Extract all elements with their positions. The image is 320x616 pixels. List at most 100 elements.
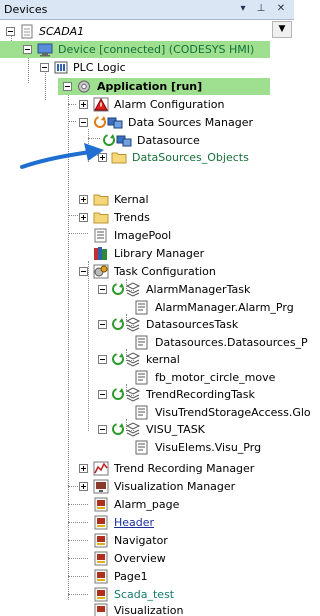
tree-node-label: SCADA1 bbox=[39, 25, 85, 38]
tree-node-page1[interactable]: Page1 bbox=[0, 568, 270, 585]
datasources-icon bbox=[107, 117, 123, 129]
tree-node-label: fb_motor_circle_move bbox=[155, 371, 276, 384]
panel-title: Devices bbox=[4, 3, 48, 16]
dropdown-icon[interactable]: ▾ bbox=[236, 2, 250, 16]
tree-node-visu-task[interactable]: VISU_TASK bbox=[0, 421, 270, 438]
collapse-toggle[interactable] bbox=[98, 425, 107, 434]
tree-node-label: Header bbox=[114, 516, 155, 529]
task-icon bbox=[125, 422, 141, 437]
expand-toggle[interactable] bbox=[79, 482, 88, 491]
tree-node-kernal-task[interactable]: kernal bbox=[0, 351, 270, 368]
tree-node-label: DatasourcesTask bbox=[146, 318, 239, 331]
tree-node-visu-elems[interactable]: VisuElems.Visu_Prg bbox=[0, 439, 270, 456]
collapse-toggle[interactable] bbox=[63, 82, 72, 91]
tree-node-alarm-configuration[interactable]: Alarm Configuration bbox=[0, 96, 270, 113]
tree-node-visu-trend-storage[interactable]: VisuTrendStorageAccess.Glo bbox=[0, 404, 311, 421]
collapse-toggle[interactable] bbox=[79, 267, 88, 276]
trend-manager-icon bbox=[93, 461, 109, 476]
tree-node-label: Datasources.Datasources_P bbox=[155, 336, 308, 349]
tree-node-plc-logic[interactable]: PLC Logic bbox=[0, 59, 270, 76]
expand-toggle[interactable] bbox=[79, 195, 88, 204]
tree-node-datasources-task[interactable]: DatasourcesTask bbox=[0, 316, 270, 333]
collapse-toggle[interactable] bbox=[98, 320, 107, 329]
visualization-icon bbox=[94, 551, 108, 566]
tree-node-alarm-manager-prg[interactable]: AlarmManager.Alarm_Prg bbox=[0, 299, 294, 316]
visualization-icon bbox=[94, 603, 108, 616]
alarm-icon bbox=[93, 97, 109, 112]
collapse-toggle[interactable] bbox=[6, 27, 15, 36]
collapse-toggle[interactable] bbox=[79, 118, 88, 127]
tree-node-alarm-manager-task[interactable]: AlarmManagerTask bbox=[0, 281, 270, 298]
task-icon bbox=[125, 387, 141, 402]
tree-dropdown-button[interactable]: ▼ bbox=[272, 21, 292, 38]
folder-icon bbox=[93, 194, 109, 206]
tree-node-overview[interactable]: Overview bbox=[0, 550, 270, 567]
imagepool-icon bbox=[94, 228, 107, 243]
tree-node-kernal[interactable]: Kernal bbox=[0, 191, 270, 208]
tree-node-trend-recording-manager[interactable]: Trend Recording Manager bbox=[0, 460, 270, 477]
refresh-icon bbox=[112, 388, 124, 400]
tree-node-label: Visualization Manager bbox=[114, 480, 236, 493]
tree-node-scada1[interactable]: SCADA1 bbox=[0, 23, 270, 40]
tree-node-label: Application [run] bbox=[97, 80, 203, 93]
collapse-toggle[interactable] bbox=[23, 45, 32, 54]
tree-node-data-sources-manager[interactable]: Data Sources Manager bbox=[0, 114, 270, 131]
tree-node-label: AlarmManager.Alarm_Prg bbox=[155, 301, 294, 314]
tree-node-label: VISU_TASK bbox=[146, 423, 205, 436]
tree-node-label: AlarmManagerTask bbox=[146, 283, 251, 296]
folder-icon bbox=[111, 152, 127, 164]
tree-node-label: Navigator bbox=[114, 534, 168, 547]
tree-node-visualization[interactable]: Visualization bbox=[0, 602, 270, 616]
visualization-icon bbox=[94, 497, 108, 512]
collapse-toggle[interactable] bbox=[98, 285, 107, 294]
tree-node-header[interactable]: Header bbox=[0, 514, 270, 531]
task-icon bbox=[125, 317, 141, 332]
tree-node-fb-motor[interactable]: fb_motor_circle_move bbox=[0, 369, 275, 386]
pin-icon[interactable]: ⊥ bbox=[254, 2, 268, 16]
tree-node-task-configuration[interactable]: Task Configuration bbox=[0, 263, 270, 280]
tree-node-application[interactable]: Application [run] bbox=[58, 78, 270, 95]
program-icon bbox=[135, 440, 148, 455]
tree-node-datasources-prg[interactable]: Datasources.Datasources_P bbox=[0, 334, 308, 351]
tree-node-label: Visualization bbox=[114, 604, 184, 616]
tree-node-label: VisuTrendStorageAccess.Glo bbox=[155, 406, 311, 419]
tree-node-library-manager[interactable]: Library Manager bbox=[0, 245, 270, 262]
tree-node-label: VisuElems.Visu_Prg bbox=[155, 441, 262, 454]
program-icon bbox=[135, 370, 148, 385]
tree-node-scada-test[interactable]: Scada_test bbox=[0, 586, 270, 603]
tree-node-label: Alarm_page bbox=[114, 498, 180, 511]
tree-node-label: Page1 bbox=[114, 570, 148, 583]
collapse-toggle[interactable] bbox=[40, 63, 49, 72]
plc-icon bbox=[54, 61, 68, 74]
tree-node-imagepool[interactable]: ImagePool bbox=[0, 227, 270, 244]
refresh-icon bbox=[112, 318, 124, 330]
refresh-icon bbox=[112, 283, 124, 295]
visualization-icon bbox=[94, 515, 108, 530]
tree-node-navigator[interactable]: Navigator bbox=[0, 532, 270, 549]
tree-node-alarm-page[interactable]: Alarm_page bbox=[0, 496, 270, 513]
tree-node-label: Device [connected] (CODESYS HMI) bbox=[58, 43, 255, 56]
device-icon bbox=[37, 43, 53, 57]
tree-node-label: Trends bbox=[114, 211, 150, 224]
tree-node-label: Trend Recording Manager bbox=[114, 462, 255, 475]
tree-node-device[interactable]: Device [connected] (CODESYS HMI) bbox=[0, 41, 270, 58]
refresh-icon bbox=[112, 423, 124, 435]
tree-node-label: Overview bbox=[114, 552, 166, 565]
expand-toggle[interactable] bbox=[79, 213, 88, 222]
tree-node-label: Scada_test bbox=[114, 588, 175, 601]
visualization-icon bbox=[94, 533, 108, 548]
tree-node-visualization-manager[interactable]: Visualization Manager bbox=[0, 478, 270, 495]
gear-icon bbox=[78, 80, 90, 93]
tree-node-label: TrendRecordingTask bbox=[146, 388, 255, 401]
collapse-toggle[interactable] bbox=[98, 390, 107, 399]
tree-node-trend-recording-task[interactable]: TrendRecordingTask bbox=[0, 386, 270, 403]
close-icon[interactable]: ✕ bbox=[274, 2, 288, 16]
tree-node-trends[interactable]: Trends bbox=[0, 209, 270, 226]
collapse-toggle[interactable] bbox=[98, 355, 107, 364]
task-icon bbox=[125, 282, 141, 297]
expand-toggle[interactable] bbox=[79, 100, 88, 109]
expand-toggle[interactable] bbox=[79, 464, 88, 473]
device-tree: SCADA1 Device [connected] (CODESYS HMI) … bbox=[0, 21, 311, 616]
tree-node-label: Task Configuration bbox=[114, 265, 216, 278]
library-icon bbox=[94, 247, 107, 260]
